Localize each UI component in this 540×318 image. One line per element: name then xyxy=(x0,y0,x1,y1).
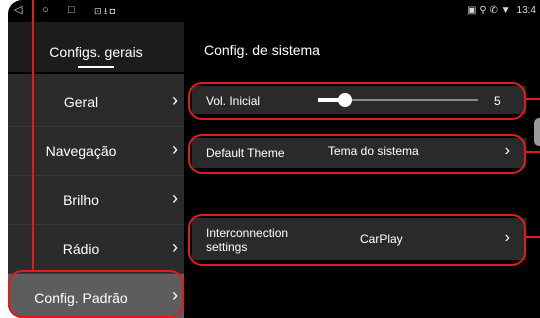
nav-recents-icon[interactable]: □ xyxy=(68,4,75,16)
status-bar: ◁ ○ □ ⊡ ⭳ ◘ ▣ ⚲ ✆ ▼ 13:4 xyxy=(8,0,540,22)
status-right-group: ▣ ⚲ ✆ ▼ 13:4 xyxy=(467,5,536,16)
annotation-highlight-interconnection xyxy=(188,214,526,266)
chevron-right-icon: › xyxy=(172,90,178,110)
sidebar-item-label: Navegação xyxy=(45,143,117,159)
page-title: Config. de sistema xyxy=(204,42,320,58)
nav-home-icon[interactable]: ○ xyxy=(42,4,49,16)
status-icons: ▣ ⚲ ✆ ▼ xyxy=(467,5,511,16)
sidebar-item-label: Geral xyxy=(63,94,99,110)
sidebar-header: Configs. gerais xyxy=(8,22,184,72)
sidebar-item-radio[interactable]: Rádio › xyxy=(8,225,184,274)
annotation-highlight-default-theme xyxy=(188,134,526,174)
sidebar-item-navegacao[interactable]: Navegação › xyxy=(8,127,184,176)
sidebar-title[interactable]: Configs. gerais xyxy=(8,44,184,60)
annotation-connector-theme xyxy=(524,151,540,153)
notification-icons: ⊡ ⭳ ◘ xyxy=(94,6,116,16)
annotation-highlight-config-padrao xyxy=(8,270,184,318)
sidebar-item-label: Rádio xyxy=(62,241,100,257)
chevron-right-icon: › xyxy=(172,188,178,208)
annotation-connector-interconnection xyxy=(524,236,540,238)
annotation-line-left xyxy=(32,0,34,272)
chevron-right-icon: › xyxy=(172,237,178,257)
sidebar-item-geral[interactable]: Geral › xyxy=(8,78,184,127)
screen-edge-knob xyxy=(534,118,540,146)
sidebar-item-label: Brilho xyxy=(63,192,99,208)
clock: 13:4 xyxy=(516,5,536,16)
annotation-highlight-vol-inicial xyxy=(188,82,526,120)
chevron-right-icon: › xyxy=(172,139,178,159)
nav-back-icon[interactable]: ◁ xyxy=(14,4,22,16)
sidebar-title-underline xyxy=(78,66,114,68)
sidebar-item-brilho[interactable]: Brilho › xyxy=(8,176,184,225)
annotation-connector-vol xyxy=(524,98,540,100)
